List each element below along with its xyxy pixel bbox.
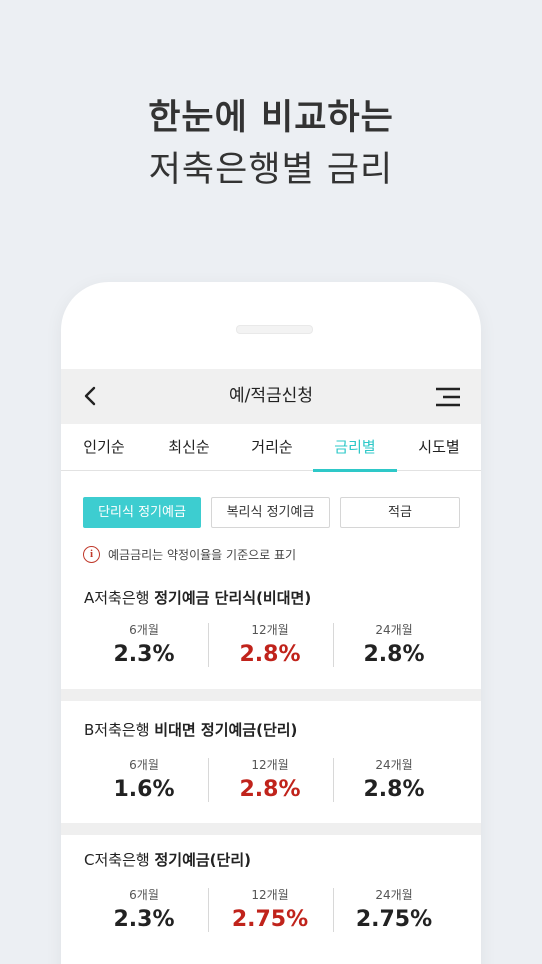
rate-6-months: 6개월 2.3% [74, 621, 214, 670]
bank-name: C저축은행 [84, 851, 150, 869]
product-title: 정기예금 단리식(비대면) [154, 589, 312, 607]
rate-value: 2.8% [363, 642, 425, 667]
headline-line-2: 저축은행별 금리 [148, 150, 394, 190]
rate-6-months: 6개월 1.6% [74, 756, 214, 805]
product-name: B저축은행 비대면 정기예금(단리) [84, 719, 297, 741]
product-filter-group: 단리식 정기예금 복리식 정기예금 적금 [61, 497, 481, 528]
rate-value: 2.3% [113, 642, 175, 667]
rate-12-months: 12개월 2.8% [200, 621, 340, 670]
period-label: 12개월 [251, 623, 289, 637]
period-label: 12개월 [251, 888, 289, 902]
notice-text: 예금금리는 약정이율을 기준으로 표기 [108, 547, 297, 562]
headline-line-1: 한눈에 비교하는 [148, 98, 394, 138]
period-label: 24개월 [375, 758, 413, 772]
phone-speaker [236, 325, 313, 334]
rate-value-highlight: 2.8% [239, 777, 301, 802]
tab-popular[interactable]: 인기순 [61, 424, 147, 471]
product-title: 정기예금(단리) [154, 851, 251, 869]
rate-24-months: 24개월 2.75% [324, 886, 464, 935]
filter-installment-savings[interactable]: 적금 [340, 497, 460, 528]
bank-name: A저축은행 [84, 589, 150, 607]
rate-value: 2.3% [113, 907, 175, 932]
period-label: 6개월 [129, 623, 159, 637]
rate-value-highlight: 2.75% [231, 907, 309, 932]
rate-12-months: 12개월 2.75% [200, 886, 340, 935]
rate-value: 1.6% [113, 777, 175, 802]
bank-name: B저축은행 [84, 721, 150, 739]
rate-value-highlight: 2.8% [239, 642, 301, 667]
rate-6-months: 6개월 2.3% [74, 886, 214, 935]
rate-notice: i 예금금리는 약정이율을 기준으로 표기 [83, 544, 296, 564]
app-bar: 예/적금신청 [61, 369, 481, 424]
sort-tabs: 인기순 최신순 거리순 금리별 시도별 [61, 424, 481, 472]
rate-24-months: 24개월 2.8% [324, 621, 464, 670]
rate-value: 2.75% [355, 907, 433, 932]
product-name: C저축은행 정기예금(단리) [84, 849, 251, 871]
rate-card[interactable]: C저축은행 정기예금(단리) 6개월 2.3% 12개월 2.75% 24개월 … [61, 835, 481, 964]
filter-compound-deposit[interactable]: 복리식 정기예금 [211, 497, 330, 528]
period-label: 24개월 [375, 623, 413, 637]
card-separator [61, 823, 481, 835]
tab-interest-rate[interactable]: 금리별 [313, 424, 397, 472]
period-label: 24개월 [375, 888, 413, 902]
card-separator [61, 689, 481, 701]
info-icon: i [83, 545, 100, 563]
rate-value: 2.8% [363, 777, 425, 802]
period-label: 6개월 [129, 758, 159, 772]
filter-simple-deposit[interactable]: 단리식 정기예금 [83, 497, 201, 528]
product-name: A저축은행 정기예금 단리식(비대면) [84, 587, 311, 609]
tab-latest[interactable]: 최신순 [147, 424, 231, 471]
tab-region[interactable]: 시도별 [397, 424, 481, 471]
promo-headline: 한눈에 비교하는 저축은행별 금리 [0, 94, 542, 196]
phone-frame: 예/적금신청 인기순 최신순 거리순 금리별 시도별 단리식 정기예금 복리식 … [61, 282, 481, 964]
period-label: 12개월 [251, 758, 289, 772]
product-title: 비대면 정기예금(단리) [154, 721, 298, 739]
rate-card[interactable]: A저축은행 정기예금 단리식(비대면) 6개월 2.3% 12개월 2.8% 2… [61, 572, 481, 689]
hamburger-menu-icon[interactable] [435, 387, 461, 407]
rate-12-months: 12개월 2.8% [200, 756, 340, 805]
rate-card[interactable]: B저축은행 비대면 정기예금(단리) 6개월 1.6% 12개월 2.8% 24… [61, 701, 481, 823]
tab-distance[interactable]: 거리순 [231, 424, 313, 471]
page-title: 예/적금신청 [229, 386, 313, 406]
period-label: 6개월 [129, 888, 159, 902]
rate-24-months: 24개월 2.8% [324, 756, 464, 805]
